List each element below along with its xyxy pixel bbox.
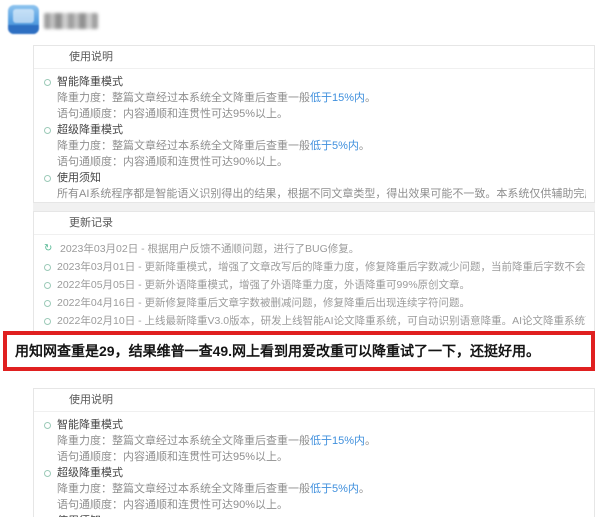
blue-emphasis-link[interactable]: 低于15%内 [310, 92, 365, 104]
section-gap-divider [33, 203, 595, 211]
update-log-item: 2022年04月16日 - 更新修复降重后文章字数被删减问题，修复降重后出现连续… [44, 294, 586, 312]
red-highlight-box: 用知网查重是29，结果维普一查49.网上看到用爱改重可以降重试了一下，还挺好用。 [3, 331, 595, 371]
censored-site-title [44, 13, 98, 29]
usage-detail-line: 降重力度：整篇文章经过本系统全文降重后查重一般低于5%内。 [57, 140, 370, 152]
usage-instructions-card-repeat: 使用说明 智能降重模式 降重力度：整篇文章经过本系统全文降重后查重一般低于15%… [33, 388, 595, 517]
usage-item-title: 超级降重模式 [57, 467, 123, 479]
usage-item-title: 超级降重模式 [57, 124, 123, 136]
section-title-updates: 更新记录 [34, 212, 594, 235]
usage-item-title: 智能降重模式 [57, 76, 123, 88]
usage-item-smart-mode: 智能降重模式 [44, 74, 586, 90]
circle-bullet-icon [44, 281, 51, 289]
blue-emphasis-link[interactable]: 低于5%内 [310, 483, 359, 495]
usage-detail-line: 语句通顺度：内容通顺和连贯性可达95%以上。 [57, 108, 289, 120]
update-log-item: 2022年02月10日 - 上线最新降重V3.0版本，研发上线智能AI论文降重系… [44, 312, 586, 330]
usage-item-super-mode: 超级降重模式 [44, 122, 586, 138]
usage-detail-line: 语句通顺度：内容通顺和连贯性可达90%以上。 [57, 499, 289, 511]
usage-item-title: 智能降重模式 [57, 419, 123, 431]
usage-detail-line: 降重力度：整篇文章经过本系统全文降重后查重一般低于15%内。 [57, 92, 377, 104]
usage-detail-line: 语句通顺度：内容通顺和连贯性可达95%以上。 [57, 451, 289, 463]
app-logo-ribbon [8, 25, 39, 34]
circle-bullet-icon [44, 263, 51, 271]
usage-detail-line: 语句通顺度：内容通顺和连贯性可达90%以上。 [57, 156, 289, 168]
update-log-item: ↻ 2023年03月02日 - 根据用户反馈不通顺问题，进行了BUG修复。 [44, 243, 360, 255]
usage-item-notice: 使用须知 [44, 513, 586, 517]
circle-bullet-icon [44, 78, 51, 86]
circle-bullet-icon [44, 174, 51, 182]
circle-bullet-icon [44, 469, 51, 477]
section-title-usage: 使用说明 [34, 389, 594, 412]
app-logo-glyph [13, 9, 34, 23]
usage-instructions-card: 使用说明 智能降重模式 降重力度：整篇文章经过本系统全文降重后查重一般低于15%… [33, 45, 595, 203]
testimonial-text: 用知网查重是29，结果维普一查49.网上看到用爱改重可以降重试了一下，还挺好用。 [15, 343, 541, 359]
usage-detail-line: 降重力度：整篇文章经过本系统全文降重后查重一般低于15%内。 [57, 435, 377, 447]
usage-detail-line: 降重力度：整篇文章经过本系统全文降重后查重一般低于5%内。 [57, 483, 370, 495]
circle-bullet-icon [44, 421, 51, 429]
refresh-icon: ↻ [44, 243, 53, 254]
usage-item-title: 使用须知 [57, 513, 101, 517]
usage-item-title: 使用须知 [57, 172, 101, 184]
circle-bullet-icon [44, 299, 51, 307]
usage-item-super-mode: 超级降重模式 [44, 465, 586, 481]
circle-bullet-icon [44, 317, 51, 325]
section-title-usage: 使用说明 [34, 46, 594, 69]
blue-emphasis-link[interactable]: 低于15%内 [310, 435, 365, 447]
usage-item-smart-mode: 智能降重模式 [44, 417, 586, 433]
usage-item-notice: 使用须知 [44, 170, 586, 186]
app-logo[interactable] [8, 5, 39, 34]
update-log-item: 2022年05月05日 - 更新外语降重模式，增强了外语降重力度，外语降重可99… [44, 276, 586, 294]
usage-detail-line: 所有AI系统程序都是智能语义识别得出的结果，根据不同文章类型，得出效果可能不一致… [57, 188, 586, 200]
update-log-item: 2023年03月01日 - 更新降重模式，增强了文章改写后的降重力度，修复降重后… [44, 258, 586, 276]
circle-bullet-icon [44, 126, 51, 134]
blue-emphasis-link[interactable]: 低于5%内 [310, 140, 359, 152]
